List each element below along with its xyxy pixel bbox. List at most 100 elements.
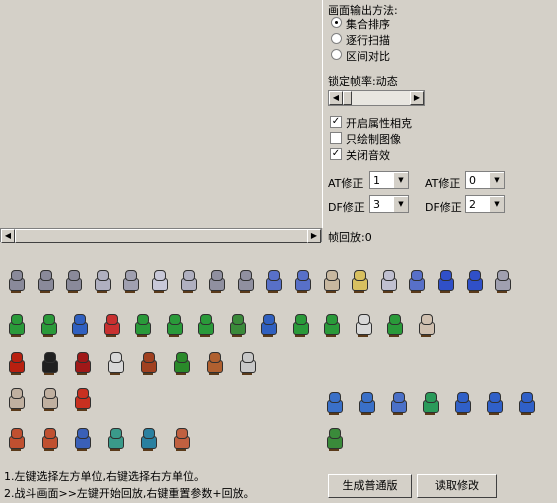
scroll-left-arrow-icon[interactable]: ◀: [1, 229, 15, 243]
unit-sprite-icon[interactable]: [322, 390, 346, 416]
slider-right-arrow-icon[interactable]: ▶: [410, 91, 424, 105]
unit-sprite-icon[interactable]: [67, 312, 91, 338]
unit-sprite-icon[interactable]: [4, 426, 28, 452]
unit-sprite-icon[interactable]: [233, 268, 257, 294]
unit-sprite-icon[interactable]: [235, 350, 259, 376]
unit-sprite-icon[interactable]: [4, 312, 28, 338]
unit-sprite-icon[interactable]: [414, 312, 438, 338]
unit-sprite-icon[interactable]: [118, 268, 142, 294]
checkmark-icon[interactable]: ✓: [330, 116, 342, 128]
unit-sprite-icon[interactable]: [70, 350, 94, 376]
left-at-select[interactable]: 1 ▼: [369, 171, 409, 189]
unit-head: [44, 388, 56, 399]
preview-horizontal-scrollbar[interactable]: ◀ ▶: [0, 228, 322, 243]
unit-sprite-icon[interactable]: [61, 268, 85, 294]
unit-sprite-icon[interactable]: [490, 268, 514, 294]
framerate-label: 锁定帧率:动态: [328, 75, 398, 88]
unit-sprite-icon[interactable]: [169, 426, 193, 452]
unit-head: [176, 352, 188, 363]
unit-sprite-icon[interactable]: [136, 426, 160, 452]
slider-thumb[interactable]: [343, 91, 352, 105]
dropdown-arrow-icon[interactable]: ▼: [393, 196, 408, 212]
unit-sprite-icon[interactable]: [288, 312, 312, 338]
checkbox-empty-icon[interactable]: [330, 132, 342, 144]
checkbox-label: 只绘制图像: [346, 133, 401, 146]
right-df-select[interactable]: 2 ▼: [465, 195, 505, 213]
output-method-option-1[interactable]: 逐行扫描: [330, 32, 430, 47]
unit-head: [97, 270, 109, 281]
unit-sprite-icon[interactable]: [290, 268, 314, 294]
scroll-thumb[interactable]: [15, 229, 309, 243]
checkmark-icon[interactable]: ✓: [330, 148, 342, 160]
unit-sprite-icon[interactable]: [103, 350, 127, 376]
unit-head: [421, 314, 433, 325]
generate-normal-version-button[interactable]: 生成普通版: [328, 474, 412, 498]
unit-head: [77, 352, 89, 363]
unit-sprite-icon[interactable]: [37, 386, 61, 412]
unit-sprite-icon[interactable]: [404, 268, 428, 294]
unit-sprite-icon[interactable]: [130, 312, 154, 338]
unit-sprite-icon[interactable]: [4, 268, 28, 294]
read-modification-button[interactable]: 读取修改: [417, 474, 497, 498]
unit-sprite-icon[interactable]: [36, 312, 60, 338]
radio-selected-icon[interactable]: [331, 17, 342, 28]
unit-sprite-icon[interactable]: [33, 268, 57, 294]
dropdown-arrow-icon[interactable]: ▼: [489, 196, 504, 212]
unit-sprite-icon[interactable]: [225, 312, 249, 338]
unit-head: [389, 314, 401, 325]
radio-icon[interactable]: [331, 33, 342, 44]
unit-sprite-icon[interactable]: [90, 268, 114, 294]
dropdown-arrow-icon[interactable]: ▼: [393, 172, 408, 188]
unit-sprite-icon[interactable]: [103, 426, 127, 452]
battle-preview-area[interactable]: [0, 0, 323, 228]
unit-sprite-icon[interactable]: [162, 312, 186, 338]
unit-head: [354, 270, 366, 281]
right-at-select[interactable]: 0 ▼: [465, 171, 505, 189]
unit-sprite-icon[interactable]: [382, 312, 406, 338]
unit-sprite-icon[interactable]: [319, 268, 343, 294]
dropdown-arrow-icon[interactable]: ▼: [489, 172, 504, 188]
unit-sprite-icon[interactable]: [37, 426, 61, 452]
unit-sprite-icon[interactable]: [4, 350, 28, 376]
unit-sprite-icon[interactable]: [136, 350, 160, 376]
unit-sprite-icon[interactable]: [256, 312, 280, 338]
unit-sprite-icon[interactable]: [70, 386, 94, 412]
unit-sprite-icon[interactable]: [351, 312, 375, 338]
unit-sprite-icon[interactable]: [70, 426, 94, 452]
unit-sprite-icon[interactable]: [462, 268, 486, 294]
unit-sprite-icon[interactable]: [386, 390, 410, 416]
framerate-slider[interactable]: ◀ ▶: [328, 90, 425, 106]
checkbox-mute-sound[interactable]: ✓ 关闭音效: [330, 147, 450, 162]
left-df-select[interactable]: 3 ▼: [369, 195, 409, 213]
unit-sprite-icon[interactable]: [193, 312, 217, 338]
unit-sprite-icon[interactable]: [433, 268, 457, 294]
output-method-option-2[interactable]: 区间对比: [330, 48, 430, 63]
unit-sprite-icon[interactable]: [204, 268, 228, 294]
radio-icon[interactable]: [331, 49, 342, 60]
unit-sprite-icon[interactable]: [261, 268, 285, 294]
scroll-right-arrow-icon[interactable]: ▶: [307, 229, 321, 243]
slider-left-arrow-icon[interactable]: ◀: [329, 91, 343, 105]
unit-sprite-icon[interactable]: [418, 390, 442, 416]
unit-sprite-icon[interactable]: [354, 390, 378, 416]
unit-sprite-icon[interactable]: [450, 390, 474, 416]
unit-sprite-icon[interactable]: [147, 268, 171, 294]
checkbox-attribute-counter[interactable]: ✓ 开启属性相克: [330, 115, 450, 130]
unit-sprite-icon[interactable]: [202, 350, 226, 376]
output-method-option-0[interactable]: 集合排序: [330, 16, 430, 31]
unit-sprite-icon[interactable]: [376, 268, 400, 294]
unit-sprite-icon[interactable]: [4, 386, 28, 412]
unit-sprite-icon[interactable]: [482, 390, 506, 416]
unit-sprite-icon[interactable]: [514, 390, 538, 416]
unit-sprite-icon[interactable]: [319, 312, 343, 338]
checkbox-draw-image-only[interactable]: 只绘制图像: [330, 131, 450, 146]
unit-sprite-icon[interactable]: [37, 350, 61, 376]
unit-head: [169, 314, 181, 325]
unit-head: [497, 270, 509, 281]
unit-sprite-icon[interactable]: [322, 426, 346, 452]
unit-sprite-icon[interactable]: [176, 268, 200, 294]
unit-sprite-icon[interactable]: [169, 350, 193, 376]
unit-sprite-icon[interactable]: [347, 268, 371, 294]
unit-sprite-icon[interactable]: [99, 312, 123, 338]
unit-head: [176, 428, 188, 439]
